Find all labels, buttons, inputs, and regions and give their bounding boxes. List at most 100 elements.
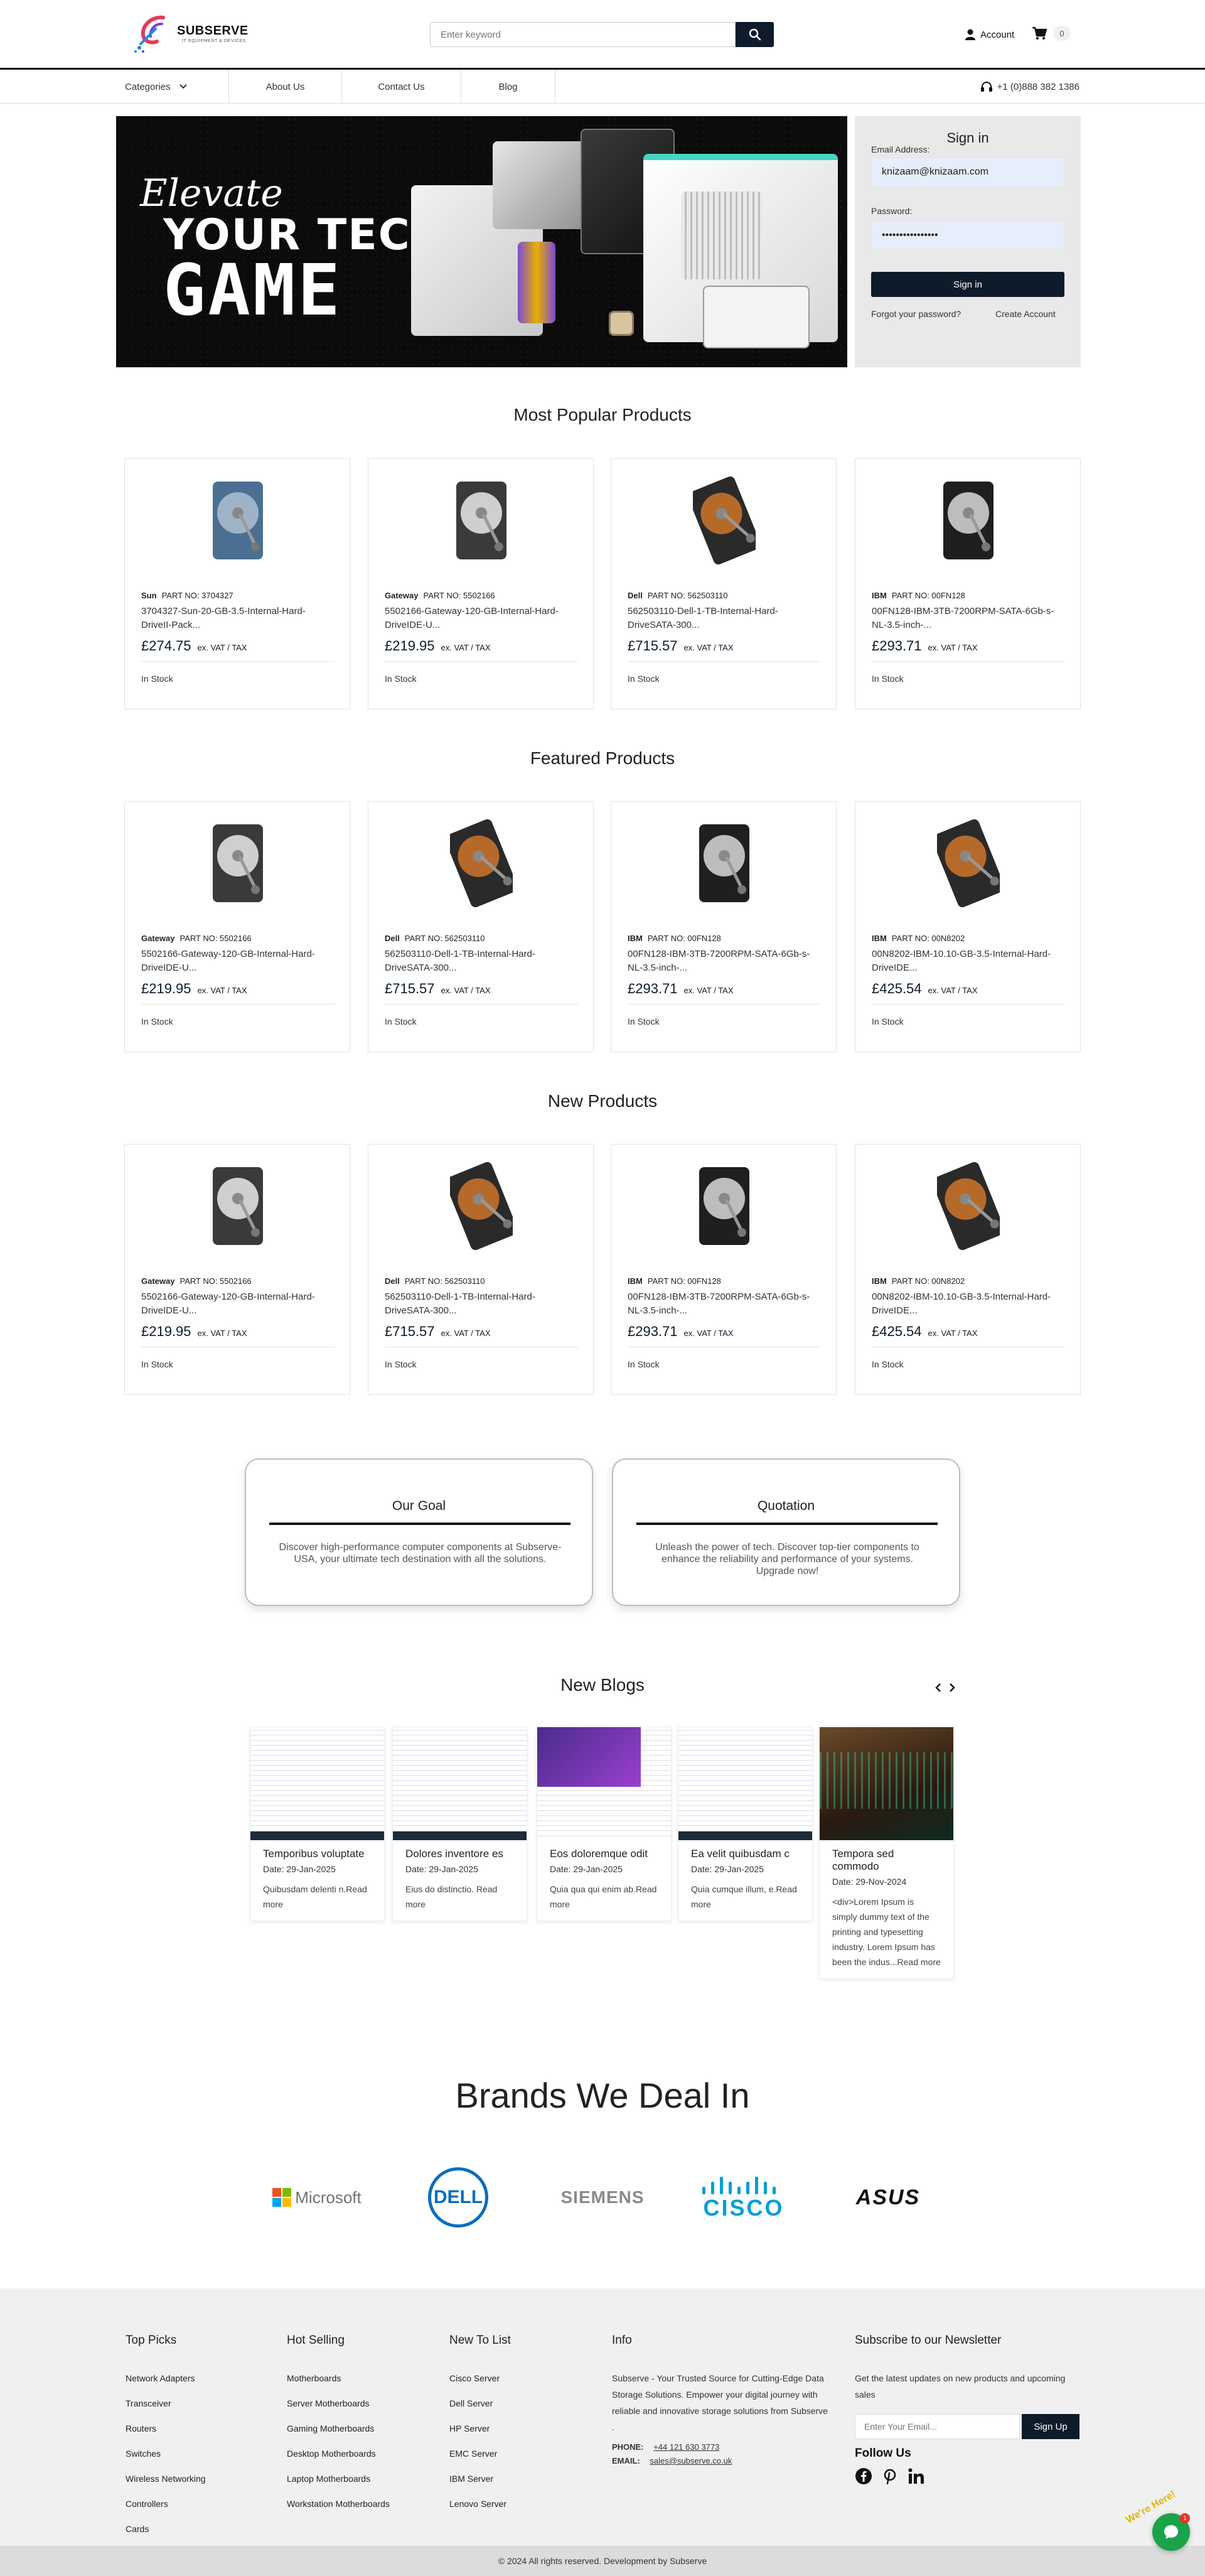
password-field[interactable]: •••••••••••••••• xyxy=(871,221,1064,250)
signin-button[interactable]: Sign in xyxy=(871,272,1064,297)
cart-button[interactable]: 0 xyxy=(1032,24,1071,43)
product-name-link[interactable]: 3704327-Sun-20-GB-3.5-Internal-Hard-Driv… xyxy=(141,605,336,632)
nav-blog[interactable]: Blog xyxy=(461,70,555,104)
nav-about-us[interactable]: About Us xyxy=(229,70,342,104)
product-image[interactable] xyxy=(693,819,756,907)
search-input[interactable] xyxy=(430,22,736,47)
product-card[interactable]: IBM PART NO: 00FN128 00FN128-IBM-3TB-7200R… xyxy=(611,801,837,1052)
product-name-link[interactable]: 00N8202-IBM-10.10-GB-3.5-Internal-Hard-D… xyxy=(872,1290,1066,1318)
search-button[interactable] xyxy=(736,22,774,47)
footer-link[interactable]: Gaming Motherboards xyxy=(287,2423,374,2433)
footer-link[interactable]: IBM Server xyxy=(449,2474,493,2484)
footer-link[interactable]: Routers xyxy=(126,2423,156,2433)
facebook-icon[interactable] xyxy=(855,2467,872,2485)
blog-thumbnail[interactable] xyxy=(393,1727,527,1840)
product-name-link[interactable]: 00FN128-IBM-3TB-7200RPM-SATA-6Gb-s-NL-3.… xyxy=(628,947,822,975)
product-card[interactable]: Gateway PART NO: 5502166 5502166-Gateway-1… xyxy=(124,801,350,1052)
footer-phone-link[interactable]: +44 121 630 3773 xyxy=(653,2442,719,2452)
blog-card[interactable]: Temporibus voluptate Date: 29-Jan-2025 Qui… xyxy=(250,1727,385,1921)
brand-cisco[interactable]: CISCO xyxy=(697,2166,791,2229)
chat-widget-button[interactable]: 1 xyxy=(1152,2513,1190,2551)
account-link[interactable]: Account xyxy=(965,25,1014,44)
product-card[interactable]: IBM PART NO: 00FN128 00FN128-IBM-3TB-7200R… xyxy=(611,1144,837,1395)
site-logo[interactable]: SUBSERVE IT EQUIPMENT & DEVICES xyxy=(133,10,252,59)
chevron-right-icon[interactable] xyxy=(949,1683,955,1693)
product-name-link[interactable]: 00FN128-IBM-3TB-7200RPM-SATA-6Gb-s-NL-3.… xyxy=(872,605,1066,632)
newsletter-email-input[interactable] xyxy=(855,2414,1020,2439)
product-name-link[interactable]: 00N8202-IBM-10.10-GB-3.5-Internal-Hard-D… xyxy=(872,947,1066,975)
product-image[interactable] xyxy=(206,819,269,907)
footer-link[interactable]: Cards xyxy=(126,2524,149,2534)
newsletter-signup-button[interactable]: Sign Up xyxy=(1022,2414,1079,2439)
footer-link[interactable]: Lenovo Server xyxy=(449,2499,506,2509)
brand-dell[interactable]: DELL xyxy=(427,2166,490,2229)
chevron-left-icon[interactable] xyxy=(935,1683,941,1693)
nav-contact-us[interactable]: Contact Us xyxy=(342,70,461,104)
product-image[interactable] xyxy=(450,477,513,564)
product-name-link[interactable]: 5502166-Gateway-120-GB-Internal-Hard-Dri… xyxy=(141,1290,336,1318)
product-image[interactable] xyxy=(937,477,1000,564)
blog-title-link[interactable]: Temporibus voluptate xyxy=(250,1840,384,1860)
blog-thumbnail[interactable] xyxy=(537,1727,671,1840)
blog-card[interactable]: Tempora sed commodo Date: 29-Nov-2024 <div… xyxy=(819,1727,954,1979)
hero-banner[interactable]: Elevate YOUR TECH GAME xyxy=(116,116,847,367)
product-name-link[interactable]: 562503110-Dell-1-TB-Internal-Hard-DriveS… xyxy=(628,605,822,632)
product-name-link[interactable]: 00FN128-IBM-3TB-7200RPM-SATA-6Gb-s-NL-3.… xyxy=(628,1290,822,1318)
footer-link[interactable]: Cisco Server xyxy=(449,2373,500,2383)
product-card[interactable]: IBM PART NO: 00FN128 00FN128-IBM-3TB-7200R… xyxy=(855,458,1081,709)
footer-link[interactable]: Wireless Networking xyxy=(126,2474,206,2484)
footer-link[interactable]: Workstation Motherboards xyxy=(287,2499,390,2509)
blog-card[interactable]: Dolores inventore es Date: 29-Jan-2025 Eiu… xyxy=(392,1727,527,1921)
brand-asus[interactable]: ASUS xyxy=(844,2166,932,2229)
footer-email-link[interactable]: sales@subserve.co.uk xyxy=(650,2456,732,2466)
product-card[interactable]: Gateway PART NO: 5502166 5502166-Gateway-1… xyxy=(124,1144,350,1395)
pinterest-icon[interactable] xyxy=(881,2467,899,2485)
product-image[interactable] xyxy=(932,819,1005,908)
brand-siemens[interactable]: SIEMENS xyxy=(552,2166,653,2229)
create-account-link[interactable]: Create Account xyxy=(995,309,1056,319)
footer-link[interactable]: Transceiver xyxy=(126,2398,171,2408)
blog-title-link[interactable]: Ea velit quibusdam c xyxy=(678,1840,812,1860)
product-card[interactable]: Dell PART NO: 562503110 562503110-Dell-1-T… xyxy=(368,1144,594,1395)
product-image[interactable] xyxy=(445,819,518,908)
product-name-link[interactable]: 5502166-Gateway-120-GB-Internal-Hard-Dri… xyxy=(385,605,579,632)
footer-link[interactable]: Network Adapters xyxy=(126,2373,195,2383)
blog-thumbnail[interactable] xyxy=(678,1727,812,1840)
footer-link[interactable]: Dell Server xyxy=(449,2398,493,2408)
brand-microsoft[interactable]: Microsoft xyxy=(267,2166,367,2229)
blog-title-link[interactable]: Dolores inventore es xyxy=(393,1840,527,1860)
nav-phone[interactable]: +1 (0)888 382 1386 xyxy=(980,70,1079,104)
product-image[interactable] xyxy=(693,1162,756,1250)
forgot-password-link[interactable]: Forgot your password? xyxy=(871,309,961,319)
product-card[interactable]: Dell PART NO: 562503110 562503110-Dell-1-T… xyxy=(368,801,594,1052)
footer-link[interactable]: Motherboards xyxy=(287,2373,341,2383)
footer-link[interactable]: Server Motherboards xyxy=(287,2398,370,2408)
linkedin-icon[interactable] xyxy=(908,2467,925,2485)
blog-card[interactable]: Eos doloremque odit Date: 29-Jan-2025 Quia… xyxy=(537,1727,672,1921)
product-card[interactable]: Dell PART NO: 562503110 562503110-Dell-1-T… xyxy=(611,458,837,709)
blog-title-link[interactable]: Tempora sed commodo xyxy=(820,1840,953,1873)
product-name-link[interactable]: 562503110-Dell-1-TB-Internal-Hard-DriveS… xyxy=(385,947,579,975)
email-field[interactable]: knizaam@knizaam.com xyxy=(871,158,1064,186)
product-name-link[interactable]: 562503110-Dell-1-TB-Internal-Hard-DriveS… xyxy=(385,1290,579,1318)
footer-link[interactable]: EMC Server xyxy=(449,2449,497,2459)
footer-link[interactable]: HP Server xyxy=(449,2423,490,2433)
product-image[interactable] xyxy=(445,1161,518,1251)
product-name-link[interactable]: 5502166-Gateway-120-GB-Internal-Hard-Dri… xyxy=(141,947,336,975)
blog-card[interactable]: Ea velit quibusdam c Date: 29-Jan-2025 Qui… xyxy=(678,1727,813,1921)
product-card[interactable]: IBM PART NO: 00N8202 00N8202-IBM-10.10-GB-… xyxy=(855,1144,1081,1395)
product-card[interactable]: Gateway PART NO: 5502166 5502166-Gateway-1… xyxy=(368,458,594,709)
blog-thumbnail[interactable] xyxy=(250,1727,384,1840)
footer-link[interactable]: Desktop Motherboards xyxy=(287,2449,376,2459)
footer-link[interactable]: Controllers xyxy=(126,2499,168,2509)
product-image[interactable] xyxy=(206,1162,269,1250)
product-image[interactable] xyxy=(206,477,269,564)
blog-title-link[interactable]: Eos doloremque odit xyxy=(537,1840,671,1860)
blog-thumbnail[interactable] xyxy=(820,1727,953,1840)
footer-link[interactable]: Laptop Motherboards xyxy=(287,2474,370,2484)
footer-link[interactable]: Switches xyxy=(126,2449,161,2459)
nav-categories[interactable]: Categories xyxy=(116,70,229,104)
product-card[interactable]: Sun PART NO: 3704327 3704327-Sun-20-GB-3.5… xyxy=(124,458,350,709)
product-image[interactable] xyxy=(932,1161,1005,1251)
product-card[interactable]: IBM PART NO: 00N8202 00N8202-IBM-10.10-GB-… xyxy=(855,801,1081,1052)
